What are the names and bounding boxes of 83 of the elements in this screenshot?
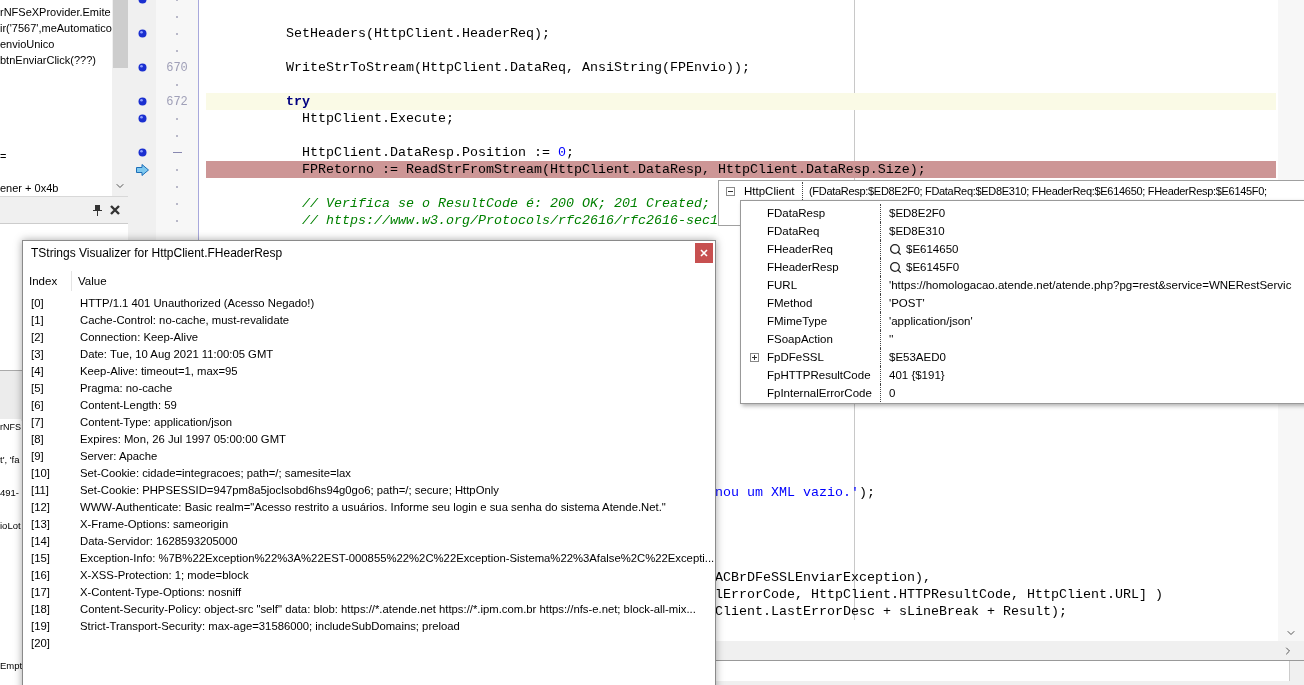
status-text: Empt <box>0 659 23 673</box>
value-cell-text: Set-Cookie: PHPSESSID=947pm8a5joclsobd6hs94g0go6; path=/; secure; HttpOnly <box>79 483 499 496</box>
index-cell-text: [5] <box>30 381 44 394</box>
code-line: try <box>286 94 310 109</box>
field-name: FSoapAction <box>767 332 834 347</box>
index-cell-text: [7] <box>30 415 44 428</box>
field-value: $ED8E310 <box>889 225 945 237</box>
value-cell-text: X-Frame-Options: sameorigin <box>79 517 229 530</box>
line-number: 670 <box>166 60 188 75</box>
code-line: nou um XML vazio.'); <box>715 485 875 500</box>
message-text: ioLot <box>0 519 21 533</box>
index-cell-text: [18] <box>30 602 50 615</box>
field-name: FHeaderReq <box>767 242 834 257</box>
index-cell-text: [14] <box>30 534 50 547</box>
field-name: FpInternalErrorCode <box>767 386 873 401</box>
index-cell-text: [12] <box>30 500 50 513</box>
field-value: $E53AED0 <box>889 351 946 363</box>
value-cell-text: Exception-Info: %7B%22Exception%22%3A%22EST-000855%22%2C%22Exception-Sistema%22%3Afalse%2C%22Excepti... <box>79 551 715 564</box>
index-cell-text: [2] <box>30 330 44 343</box>
field-name: FMimeType <box>767 314 829 329</box>
code-line: Client.LastErrorDesc + sLineBreak + Result); <box>715 604 1067 619</box>
value-cell-text: Cache-Control: no-cache, must-revalidate <box>79 313 290 326</box>
code-line: HttpClient.DataResp.Position := 0; <box>301 145 574 160</box>
field-value: $ED8E2F0 <box>889 207 946 219</box>
code-line: FPRetorno := ReadStrFromStream(HttpClient.DataResp, HttpClient.DataResp.Size); <box>301 162 926 177</box>
index-cell-text: [17] <box>30 585 50 598</box>
value-cell-text: Strict-Transport-Security: max-age=31586000; includeSubDomains; preload <box>79 619 460 632</box>
index-cell-text: [15] <box>30 551 50 564</box>
index-cell-text: [0] <box>30 296 44 309</box>
code-line: HttpClient.Execute; <box>301 111 454 126</box>
index-cell-text: [11] <box>30 483 49 496</box>
code-line: WriteStrToStream(HttpClient.DataReq, AnsiString(FPEnvio)); <box>286 60 750 75</box>
value-cell-text: Connection: Keep-Alive <box>79 330 199 343</box>
field-name: FpDFeSSL <box>767 350 825 365</box>
code-line: // Verifica se o ResultCode é: 200 OK; 201 Created; <box>301 196 710 211</box>
value-cell-text: Content-Length: 59 <box>79 398 177 411</box>
code-line: ACBrDFeSSLEnviarException), <box>715 570 931 585</box>
field-value: 'POST' <box>889 297 925 309</box>
value-cell-text: Expires: Mon, 26 Jul 1997 05:00:00 GMT <box>79 432 286 445</box>
field-value: '' <box>889 333 894 345</box>
value-cell-text: Content-Type: application/json <box>79 415 232 428</box>
field-value: 'https://homologacao.atende.net/atende.php?pg=rest&service=WNERestServic <box>889 279 1292 291</box>
field-value: 0 <box>889 387 896 399</box>
field-value: 401 {$191} <box>889 369 945 381</box>
message-text: t', 'fa <box>0 453 20 467</box>
index-cell-text: [9] <box>30 449 44 462</box>
code-line: lErrorCode, HttpClient.HTTPResultCode, HttpClient.URL] ) <box>715 587 1163 602</box>
index-cell-text: [20] <box>30 636 50 649</box>
index-cell-text: [19] <box>30 619 50 632</box>
index-cell-text: [10] <box>30 466 50 479</box>
dialog-title: TStrings Visualizer for HttpClient.FHeaderResp <box>31 246 283 260</box>
code-line: SetHeaders(HttpClient.HeaderReq); <box>286 26 550 41</box>
value-cell-text: WWW-Authenticate: Basic realm="Acesso restrito a usuários. Informe seu login e sua senha do sistema Atende.Net." <box>79 500 666 513</box>
index-cell-text: [3] <box>30 347 44 360</box>
field-name: FDataReq <box>767 224 821 239</box>
index-cell-text: [8] <box>30 432 44 445</box>
index-cell-text: [16] <box>30 568 50 581</box>
field-name: FDataResp <box>767 206 827 221</box>
field-value: $E614650 <box>906 243 959 255</box>
field-name: FMethod <box>767 296 814 311</box>
field-name: FURL <box>767 278 799 293</box>
value-cell-text: X-XSS-Protection: 1; mode=block <box>79 568 249 581</box>
field-value: $E6145F0 <box>906 261 960 273</box>
index-cell-text: [13] <box>30 517 50 530</box>
index-cell-text: [6] <box>30 398 44 411</box>
line-number: 672 <box>166 94 188 109</box>
field-value: 'application/json' <box>889 315 973 327</box>
message-text: 491- <box>0 486 19 500</box>
value-cell-text: Date: Tue, 10 Aug 2021 11:00:05 GMT <box>79 347 274 360</box>
field-name: FHeaderResp <box>767 260 840 275</box>
value-cell-text: Keep-Alive: timeout=1, max=95 <box>79 364 238 377</box>
value-cell-text: Set-Cookie: cidade=integracoes; path=/; samesite=lax <box>79 466 351 479</box>
value-cell-text: Server: Apache <box>79 449 158 462</box>
index-cell-text: [1] <box>30 313 44 326</box>
code-line: // https://www.w3.org/Protocols/rfc2616/rfc2616-sec1 <box>301 213 718 228</box>
value-cell-text: Data-Servidor: 1628593205000 <box>79 534 238 547</box>
value-cell-text: Pragma: no-cache <box>79 381 173 394</box>
value-cell-text: HTTP/1.1 401 Unauthorized (Acesso Negado!) <box>79 296 315 309</box>
index-cell-text: [4] <box>30 364 44 377</box>
variable-value: (FDataResp:$ED8E2F0; FDataReq:$ED8E310; FHeaderReq:$E614650; FHeaderResp:$E6145F0; <box>808 185 1267 197</box>
value-cell-text: X-Content-Type-Options: nosniff <box>79 585 242 598</box>
field-name: FpHTTPResultCode <box>767 368 872 383</box>
value-cell-text: Content-Security-Policy: object-src "self" data: blob: https://*.atende.net https://*.ipm.com.br https://nfs-e.net; block-all-mix... <box>79 602 696 615</box>
